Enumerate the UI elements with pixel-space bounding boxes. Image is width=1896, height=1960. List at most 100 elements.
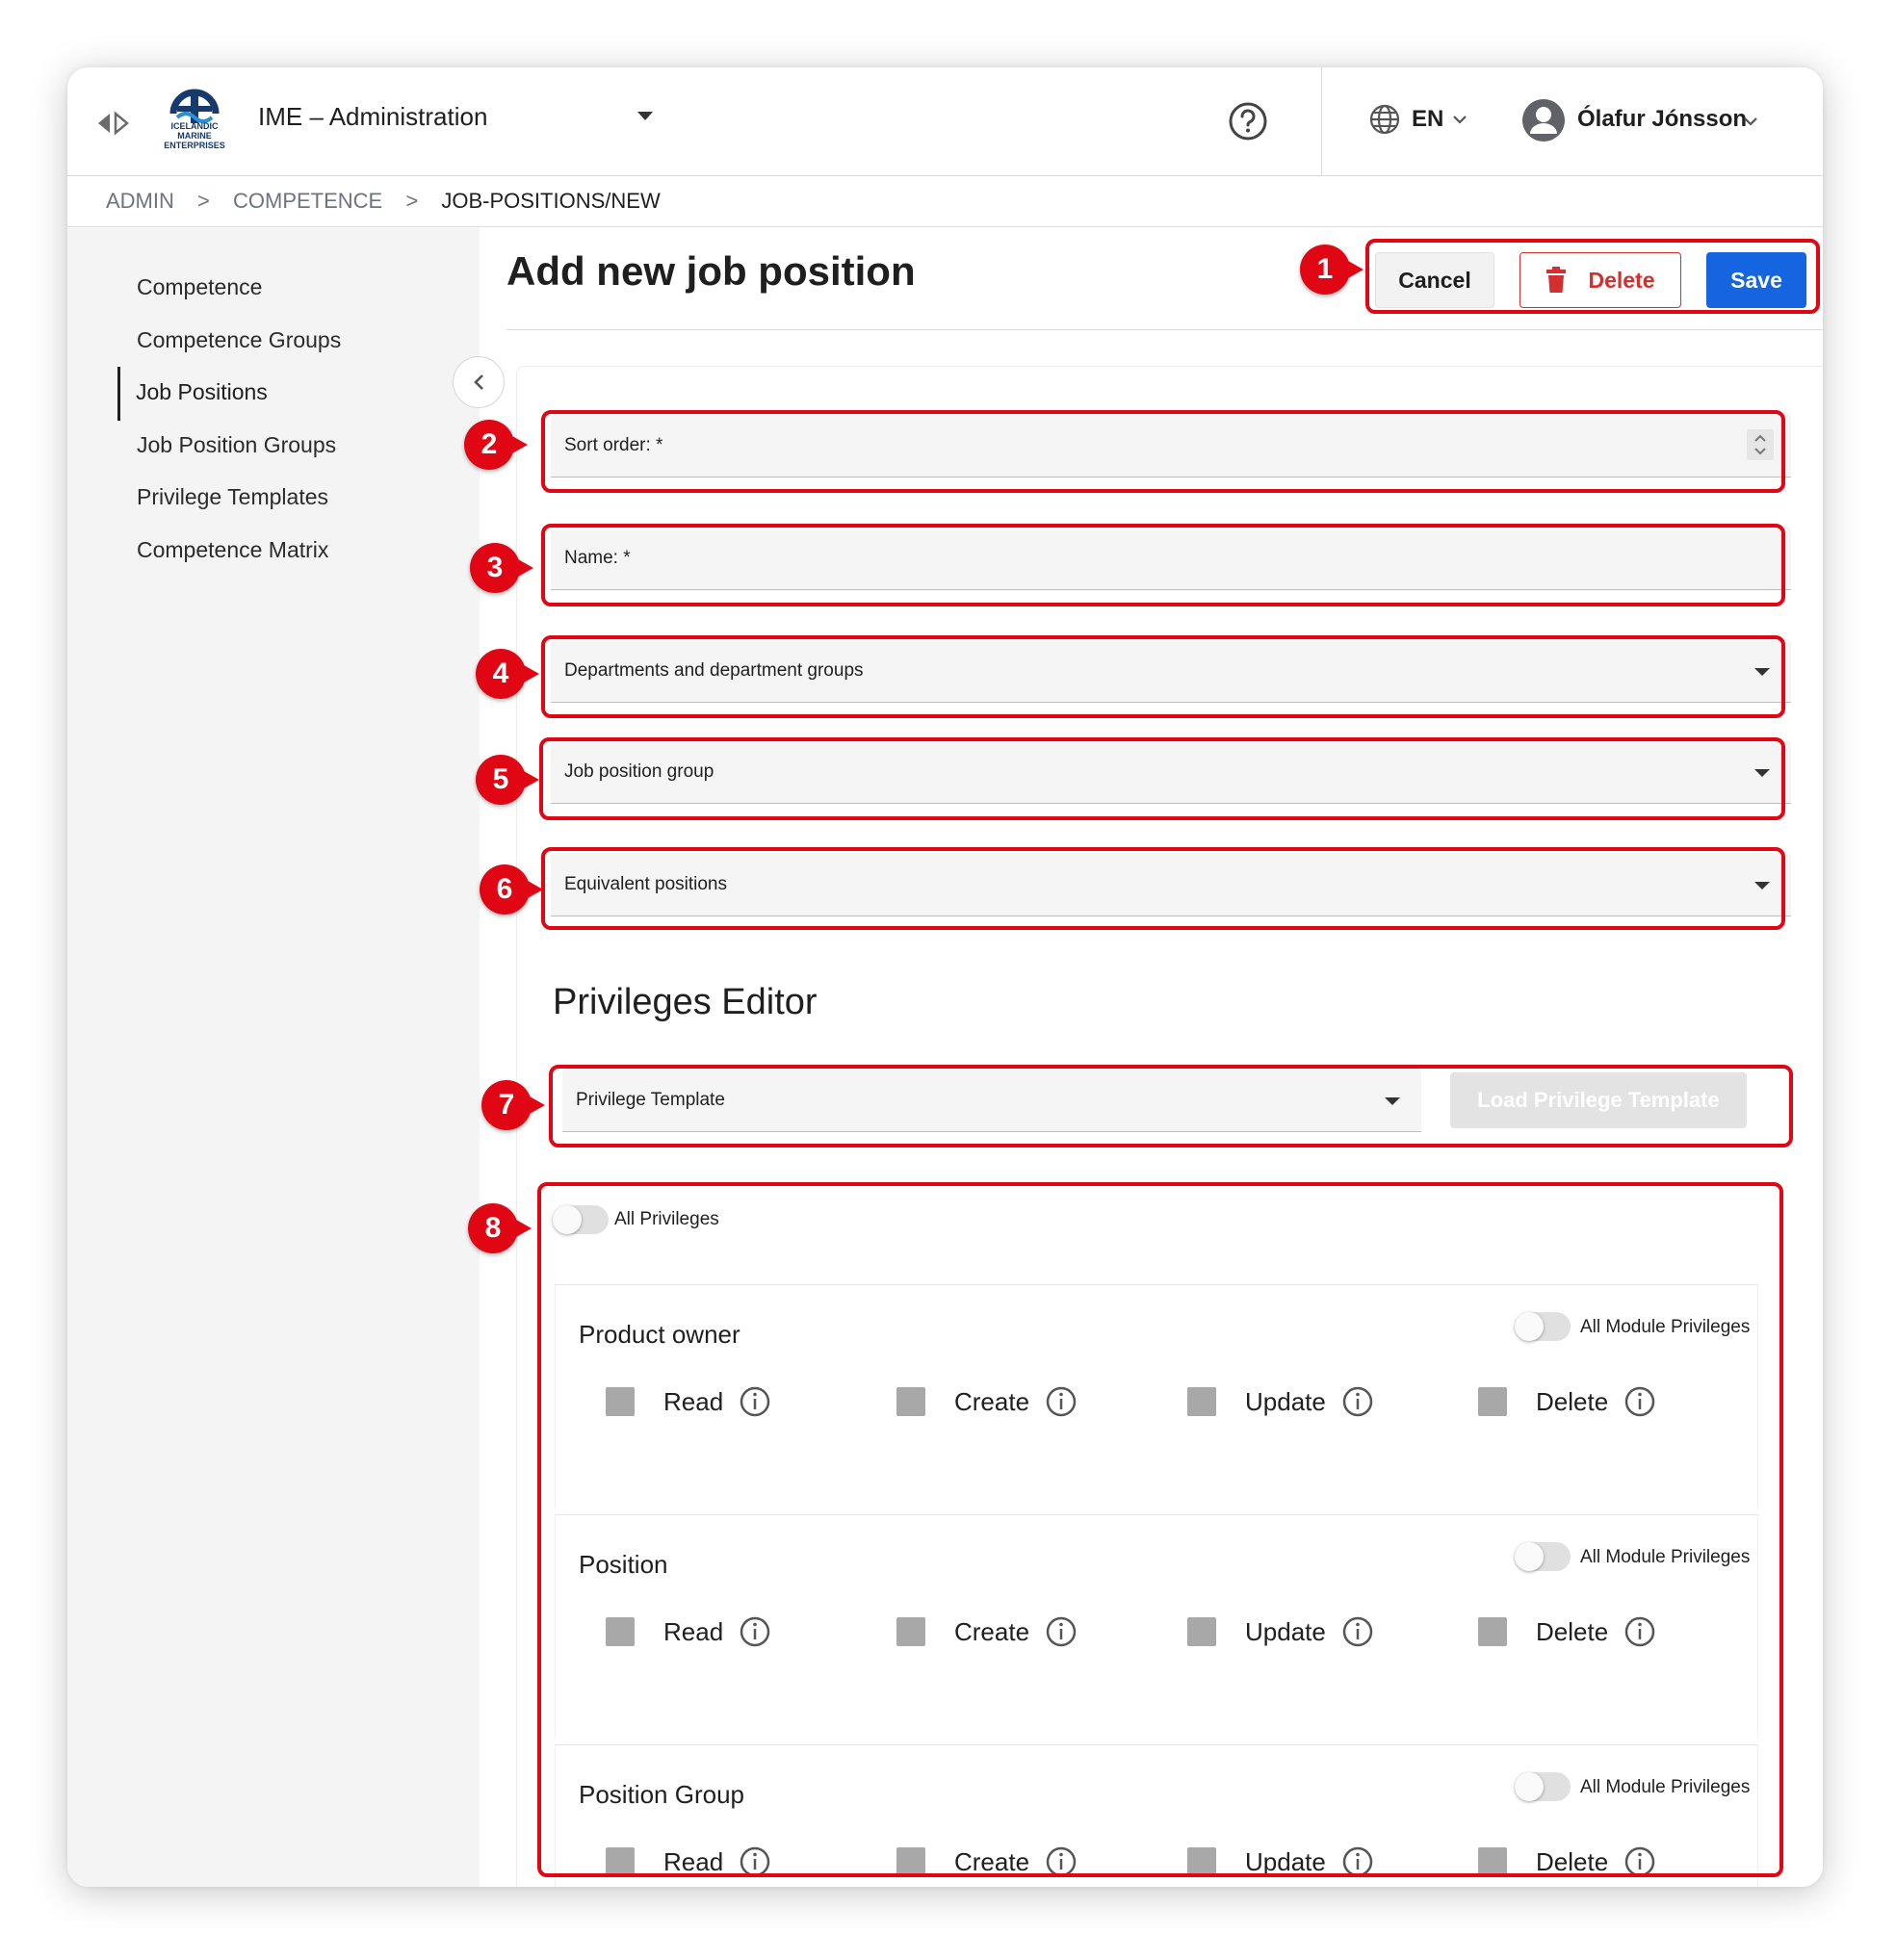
- cancel-button[interactable]: Cancel: [1375, 252, 1494, 308]
- read-checkbox[interactable]: [606, 1847, 635, 1876]
- collapse-sidebar-button[interactable]: [453, 356, 505, 408]
- cancel-label: Cancel: [1398, 267, 1471, 293]
- all-privileges-label: All Privileges: [614, 1209, 719, 1229]
- info-icon[interactable]: [1341, 1615, 1374, 1648]
- globe-icon[interactable]: [1367, 102, 1402, 137]
- dropdown-caret-icon: [1754, 668, 1770, 676]
- help-icon[interactable]: [1227, 100, 1269, 142]
- module-card-position: Position All Module Privileges Read Crea…: [555, 1514, 1758, 1738]
- job-position-group-label: Job position group: [564, 761, 714, 782]
- privilege-template-select[interactable]: Privilege Template: [562, 1069, 1421, 1132]
- logo-text: ICELANDIC MARINE ENTERPRISES: [164, 121, 225, 150]
- info-icon[interactable]: [739, 1845, 771, 1878]
- create-checkbox[interactable]: [896, 1617, 925, 1646]
- breadcrumb: ADMIN > COMPETENCE > JOB-POSITIONS/NEW: [106, 189, 678, 214]
- user-name[interactable]: Ólafur Jónsson: [1577, 106, 1747, 133]
- annotation-badge-2: 2: [464, 420, 528, 470]
- annotation-badge-8: 8: [468, 1203, 532, 1253]
- save-button[interactable]: Save: [1706, 252, 1806, 308]
- departments-select[interactable]: Departments and department groups: [551, 639, 1791, 703]
- job-position-group-select[interactable]: Job position group: [551, 740, 1791, 804]
- create-checkbox[interactable]: [896, 1387, 925, 1416]
- annotation-badge-6: 6: [480, 864, 543, 915]
- sort-order-label: Sort order: *: [564, 435, 663, 455]
- privilege-label: Delete: [1536, 1616, 1609, 1646]
- app-switcher-caret-icon[interactable]: [637, 112, 653, 120]
- privilege-delete: Delete: [1478, 1385, 1656, 1418]
- info-icon[interactable]: [1341, 1385, 1374, 1418]
- read-checkbox[interactable]: [606, 1387, 635, 1416]
- all-module-privileges-label: All Module Privileges: [1580, 1317, 1751, 1337]
- sidebar-item-job-position-groups[interactable]: Job Position Groups: [137, 432, 336, 458]
- name-field[interactable]: Name: *: [551, 527, 1791, 590]
- chevron-left-icon: [474, 374, 483, 390]
- sidebar-item-privilege-templates[interactable]: Privilege Templates: [137, 484, 328, 510]
- number-spinner[interactable]: [1747, 429, 1774, 460]
- all-module-privileges-toggle[interactable]: [1515, 1312, 1571, 1341]
- create-checkbox[interactable]: [896, 1847, 925, 1876]
- privilege-label: Update: [1245, 1616, 1326, 1646]
- chevron-down-icon[interactable]: [1450, 110, 1469, 129]
- delete-checkbox[interactable]: [1478, 1847, 1507, 1876]
- sidebar-item-competence-groups[interactable]: Competence Groups: [137, 327, 341, 353]
- info-icon[interactable]: [1623, 1615, 1656, 1648]
- privilege-delete: Delete: [1478, 1615, 1656, 1648]
- trash-icon: [1546, 267, 1567, 293]
- info-icon[interactable]: [1341, 1845, 1374, 1878]
- delete-button[interactable]: Delete: [1519, 252, 1681, 308]
- all-module-privileges-toggle[interactable]: [1515, 1772, 1571, 1801]
- load-privilege-template-button[interactable]: Load Privilege Template: [1450, 1072, 1747, 1128]
- annotation-badge-1: 1: [1300, 245, 1364, 295]
- info-icon[interactable]: [1045, 1845, 1078, 1878]
- privilege-label: Update: [1245, 1846, 1326, 1876]
- module-name: Position: [579, 1550, 668, 1579]
- title-divider: [506, 329, 1823, 330]
- delete-checkbox[interactable]: [1478, 1387, 1507, 1416]
- update-checkbox[interactable]: [1187, 1387, 1216, 1416]
- update-checkbox[interactable]: [1187, 1617, 1216, 1646]
- sidebar-toggle-icon[interactable]: [96, 110, 129, 137]
- sort-order-field[interactable]: Sort order: *: [551, 414, 1791, 477]
- chevron-down-icon[interactable]: [1741, 112, 1760, 131]
- sidebar-item-competence[interactable]: Competence: [137, 274, 262, 300]
- privileges-editor-title: Privileges Editor: [553, 982, 818, 1022]
- info-icon[interactable]: [1045, 1615, 1078, 1648]
- info-icon[interactable]: [739, 1385, 771, 1418]
- privilege-label: Delete: [1536, 1846, 1609, 1876]
- sidebar-item-competence-matrix[interactable]: Competence Matrix: [137, 537, 328, 563]
- privilege-label: Create: [954, 1386, 1030, 1416]
- breadcrumb-item-admin[interactable]: ADMIN: [106, 189, 174, 213]
- read-checkbox[interactable]: [606, 1617, 635, 1646]
- all-module-privileges-toggle[interactable]: [1515, 1542, 1571, 1571]
- info-icon[interactable]: [1623, 1385, 1656, 1418]
- breadcrumb-item-competence[interactable]: COMPETENCE: [233, 189, 382, 213]
- dropdown-caret-icon: [1385, 1097, 1400, 1105]
- privilege-label: Read: [663, 1846, 724, 1876]
- dropdown-caret-icon: [1754, 882, 1770, 890]
- privilege-label: Create: [954, 1846, 1030, 1876]
- info-icon[interactable]: [1623, 1845, 1656, 1878]
- delete-checkbox[interactable]: [1478, 1617, 1507, 1646]
- app-window: ICELANDIC MARINE ENTERPRISES IME – Admin…: [67, 67, 1823, 1887]
- breadcrumb-separator: >: [405, 189, 419, 213]
- annotation-badge-4: 4: [476, 649, 539, 699]
- equivalent-positions-select[interactable]: Equivalent positions: [551, 853, 1791, 916]
- info-icon[interactable]: [739, 1615, 771, 1648]
- privilege-delete: Delete: [1478, 1845, 1656, 1878]
- name-label: Name: *: [564, 548, 631, 568]
- update-checkbox[interactable]: [1187, 1847, 1216, 1876]
- annotation-badge-7: 7: [481, 1080, 545, 1130]
- sidebar-item-job-positions[interactable]: Job Positions: [136, 379, 268, 405]
- privilege-label: Read: [663, 1616, 724, 1646]
- all-module-privileges-label: All Module Privileges: [1580, 1777, 1751, 1797]
- page-title: Add new job position: [506, 248, 916, 294]
- app-title: IME – Administration: [258, 102, 488, 131]
- departments-label: Departments and department groups: [564, 660, 864, 681]
- all-privileges-toggle[interactable]: [553, 1205, 609, 1234]
- user-avatar-icon[interactable]: [1521, 98, 1566, 142]
- language-selector[interactable]: EN: [1412, 106, 1443, 133]
- module-name: Product owner: [579, 1320, 740, 1349]
- privilege-label: Delete: [1536, 1386, 1609, 1416]
- privilege-read: Read: [606, 1845, 771, 1878]
- info-icon[interactable]: [1045, 1385, 1078, 1418]
